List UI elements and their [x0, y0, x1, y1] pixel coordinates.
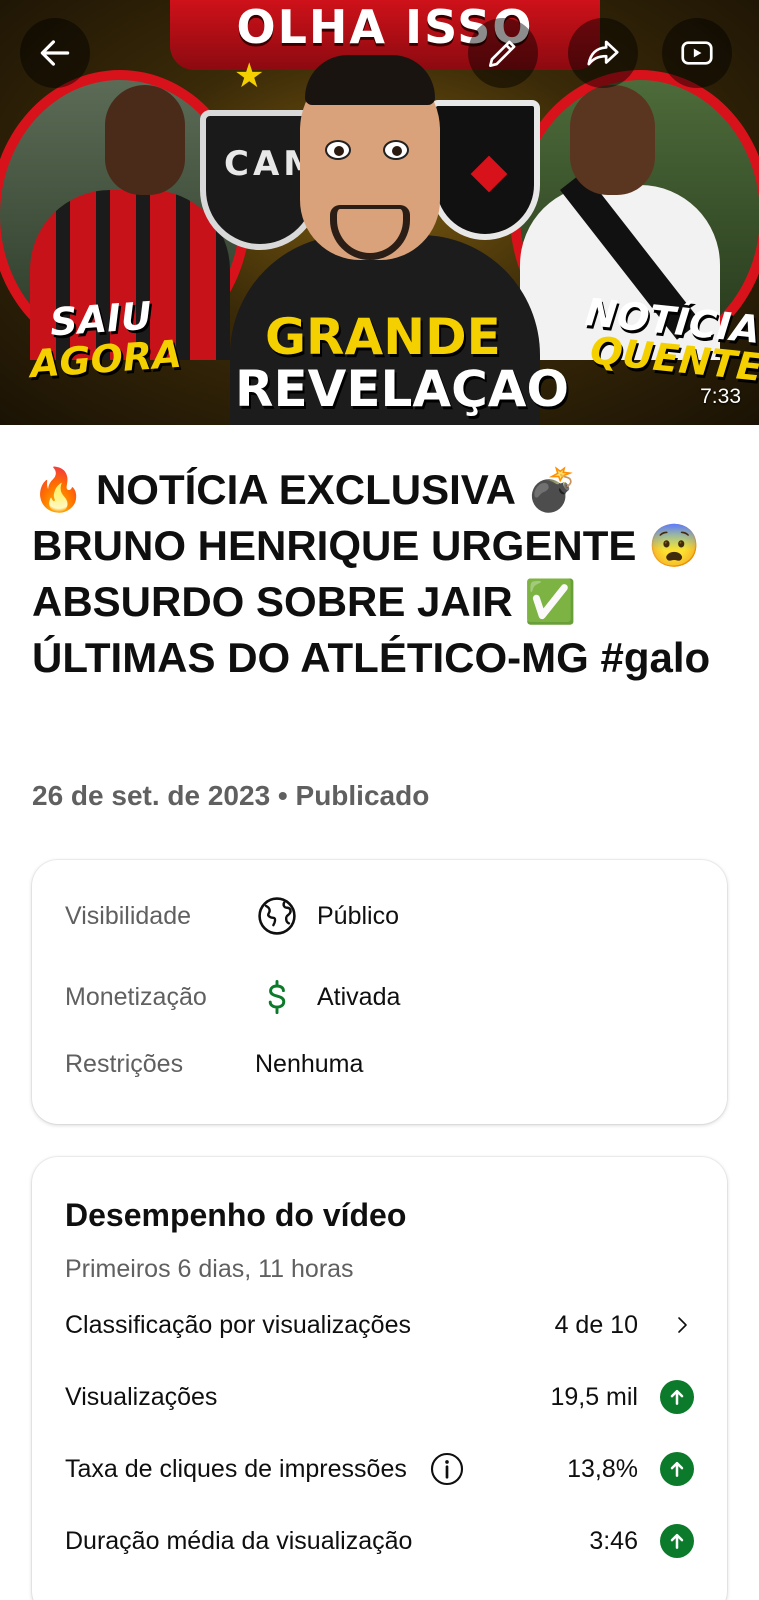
arrow-left-icon — [40, 40, 70, 66]
metric-ranking[interactable]: Classificação por visualizações 4 de 10 — [65, 1300, 694, 1350]
metric-value: 4 de 10 — [554, 1310, 638, 1339]
publish-meta: 26 de set. de 2023 • Publicado — [32, 780, 430, 811]
thumbnail-caption-grande: GRANDE — [265, 308, 501, 366]
thumbnail-caption-revelacao: REVELAÇAO — [235, 360, 569, 418]
right-player-head — [570, 85, 655, 195]
performance-subtitle: Primeiros 6 dias, 11 horas — [65, 1255, 354, 1283]
metric-views[interactable]: Visualizações 19,5 mil — [65, 1372, 694, 1422]
metric-label: Visualizações — [65, 1382, 218, 1411]
metric-value: 13,8% — [567, 1454, 638, 1483]
arrow-up-circle-icon — [660, 1452, 694, 1486]
visibility-label: Visibilidade — [65, 901, 192, 930]
metric-value: 3:46 — [589, 1526, 638, 1555]
video-details-card: Visibilidade Público Monetização Ativada… — [32, 860, 727, 1124]
dollar-icon — [255, 975, 317, 1019]
metric-label: Taxa de cliques de impressões — [65, 1454, 407, 1483]
visibility-value: Público — [317, 901, 399, 930]
metric-ctr[interactable]: Taxa de cliques de impressões 13,8% — [65, 1444, 694, 1494]
video-thumbnail[interactable]: OLHA ISSO ★ CAM SAIU AGORA GRANDE REVELA… — [0, 0, 759, 425]
share-icon — [587, 40, 619, 66]
monetization-value: Ativada — [317, 982, 401, 1011]
youtube-button[interactable] — [662, 18, 732, 88]
performance-title: Desempenho do vídeo — [65, 1197, 407, 1233]
metric-label: Classificação por visualizações — [65, 1310, 411, 1339]
video-duration: 7:33 — [700, 385, 741, 408]
star-icon: ★ — [234, 57, 265, 95]
monetization-label: Monetização — [65, 982, 207, 1011]
vasco-crest — [430, 100, 540, 240]
edit-button[interactable] — [468, 18, 538, 88]
left-player-head — [105, 85, 185, 195]
restrictions-value: Nenhuma — [255, 1050, 364, 1078]
info-icon[interactable] — [429, 1451, 465, 1487]
metric-label: Duração média da visualização — [65, 1526, 413, 1555]
visibility-row[interactable]: Visibilidade Público — [65, 894, 694, 938]
thumbnail-caption-agora: AGORA — [28, 331, 183, 387]
metric-value: 19,5 mil — [550, 1382, 638, 1411]
chevron-right-icon — [638, 1307, 694, 1343]
host-hair — [305, 55, 435, 105]
video-performance-card: Desempenho do vídeo Primeiros 6 dias, 11… — [32, 1157, 727, 1600]
back-button[interactable] — [20, 18, 90, 88]
monetization-row[interactable]: Monetização Ativada — [65, 975, 694, 1019]
restrictions-row[interactable]: Restrições Nenhuma — [65, 1050, 694, 1079]
host-eye-left — [325, 140, 351, 160]
metric-avg-duration[interactable]: Duração média da visualização 3:46 — [65, 1516, 694, 1566]
globe-icon — [255, 894, 317, 938]
youtube-play-icon — [681, 41, 713, 65]
video-title: 🔥 NOTÍCIA EXCLUSIVA 💣 BRUNO HENRIQUE URG… — [32, 466, 711, 681]
restrictions-label: Restrições — [65, 1050, 184, 1078]
pencil-icon — [488, 40, 516, 68]
arrow-up-circle-icon — [660, 1380, 694, 1414]
arrow-up-circle-icon — [660, 1524, 694, 1558]
host-eye-right — [383, 140, 409, 160]
share-button[interactable] — [568, 18, 638, 88]
